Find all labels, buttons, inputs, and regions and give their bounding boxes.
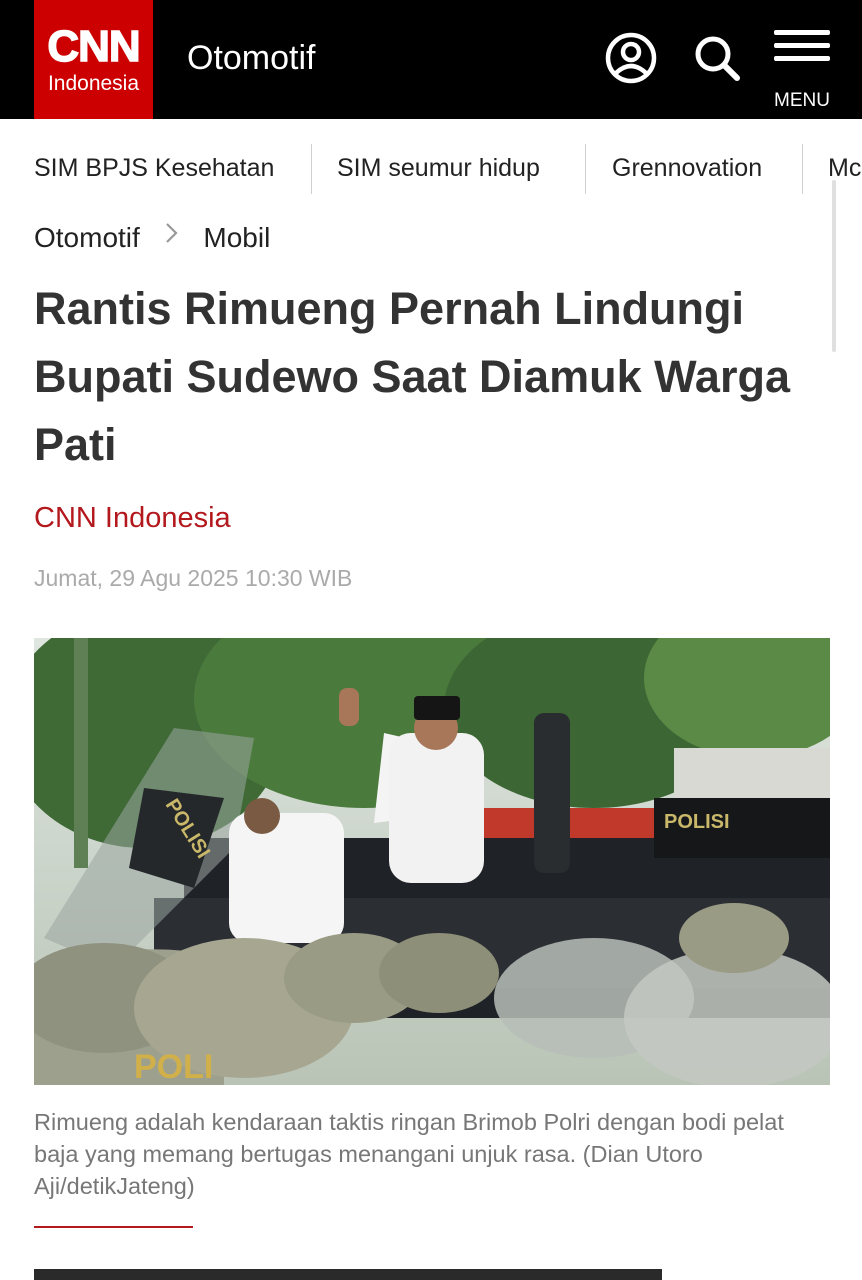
- helmet-label: POLI: [134, 1048, 213, 1085]
- cnn-indonesia-logo[interactable]: CNN Indonesia: [34, 0, 153, 119]
- breadcrumb-parent[interactable]: Otomotif: [34, 218, 140, 258]
- section-title[interactable]: Otomotif: [187, 36, 315, 80]
- chevron-right-icon: [158, 218, 184, 258]
- logo-brand-text: CNN: [47, 21, 142, 71]
- top-header: CNN Indonesia Otomotif MENU: [0, 0, 862, 119]
- user-account-icon[interactable]: [603, 30, 659, 86]
- article-date: Jumat, 29 Agu 2025 10:30 WIB: [34, 565, 353, 591]
- trending-tag[interactable]: SIM BPJS Kesehatan: [34, 142, 274, 194]
- trending-tag[interactable]: SIM seumur hidup: [337, 142, 540, 194]
- article-headline: Rantis Rimueng Pernah Lindungi Bupati Su…: [34, 283, 790, 470]
- menu-label: MENU: [774, 90, 830, 111]
- menu-button[interactable]: MENU: [772, 28, 832, 114]
- photo-caption: Rimueng adalah kendaraan taktis ringan B…: [34, 1109, 784, 1199]
- article-photo[interactable]: POLISI POLISI POLI: [34, 638, 830, 1085]
- section-divider: [34, 1226, 193, 1228]
- logo-sub-text: Indonesia: [47, 71, 140, 95]
- hamburger-menu-icon: [774, 30, 830, 61]
- article-author[interactable]: CNN Indonesia: [34, 500, 231, 536]
- tag-divider: [802, 144, 803, 194]
- tag-divider: [585, 144, 586, 194]
- search-icon[interactable]: [690, 30, 746, 86]
- breadcrumb-current[interactable]: Mobil: [203, 218, 270, 258]
- vehicle-label: POLISI: [664, 811, 730, 833]
- trending-tag[interactable]: Grennovation: [612, 142, 762, 194]
- trending-tags-bar: SIM BPJS Kesehatan SIM seumur hidup Gren…: [0, 142, 862, 196]
- breadcrumb: Otomotif Mobil: [34, 216, 270, 256]
- next-content-card[interactable]: [34, 1269, 662, 1280]
- tag-divider: [311, 144, 312, 194]
